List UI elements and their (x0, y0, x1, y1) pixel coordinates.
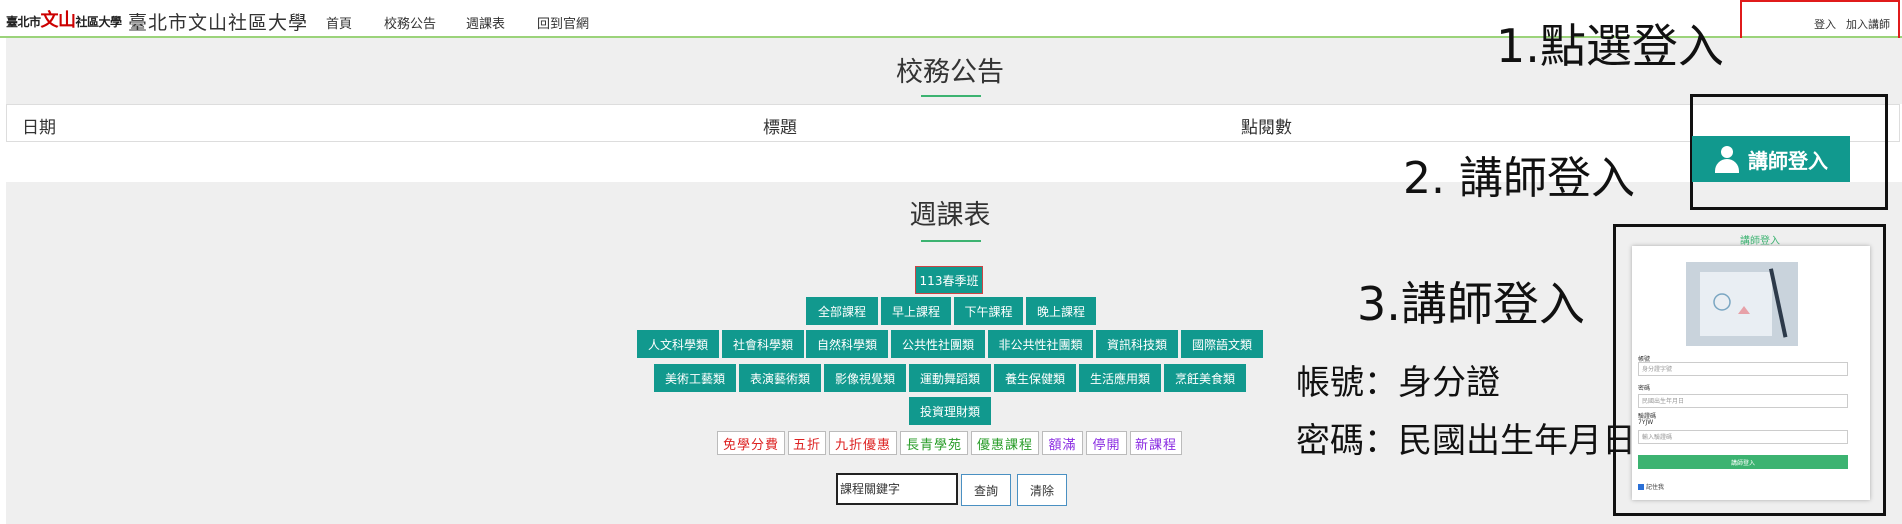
filter-all-courses[interactable]: 全部課程 (806, 297, 878, 325)
tag-filter[interactable]: 優惠課程 (971, 431, 1039, 455)
category-button[interactable]: 影像視覺類 (824, 364, 906, 392)
logo-mark: 臺北市文山社區大學 (6, 10, 122, 31)
tag-label: 免學分費 (722, 437, 779, 453)
filter-evening[interactable]: 晚上課程 (1026, 297, 1096, 325)
remember-label: 記住我 (1646, 484, 1665, 491)
schedule-heading: 週課表 (909, 200, 991, 231)
annotation-account: 帳號：身分證 (1296, 363, 1500, 403)
clear-button[interactable]: 清除 (1017, 474, 1067, 506)
tag-label: 長青學苑 (905, 437, 962, 453)
checkbox-checked-icon[interactable] (1638, 483, 1644, 490)
tag-filter[interactable]: 額滿 (1042, 431, 1083, 455)
site-logo[interactable]: 臺北市文山社區大學 (6, 6, 122, 32)
annotation-step1: 1.點選登入 (1496, 19, 1724, 73)
filter-afternoon[interactable]: 下午課程 (954, 297, 1023, 325)
category-button[interactable]: 運動舞蹈類 (909, 364, 991, 392)
tag-label: 停開 (1092, 437, 1121, 453)
teacher-login-label: 講師登入 (1748, 148, 1828, 173)
nav-official-site[interactable]: 回到官網 (537, 13, 589, 32)
tag-filter[interactable]: 免學分費 (717, 431, 785, 455)
notebook-illustration-icon (1700, 268, 1788, 338)
tag-filter[interactable]: 五折 (788, 431, 826, 455)
site-title[interactable]: 臺北市文山社區大學 (128, 8, 308, 35)
nav-announcements[interactable]: 校務公告 (384, 13, 436, 32)
heading-underline (921, 240, 981, 242)
remember-me[interactable]: 記住我 (1638, 482, 1664, 491)
tag-label: 優惠課程 (976, 437, 1033, 453)
category-button[interactable]: 生活應用類 (1079, 364, 1161, 392)
annotation-password: 密碼：民國出生年月日 (1296, 421, 1636, 461)
column-views: 點閱數 (1241, 118, 1292, 138)
category-button[interactable]: 非公共性社團類 (988, 330, 1093, 358)
announcements-table-header: 日期 標題 點閱數 (6, 104, 1900, 142)
category-button[interactable]: 投資理財類 (909, 397, 991, 425)
account-input[interactable]: 身分證字號 (1638, 362, 1848, 376)
tag-filter[interactable]: 九折優惠 (829, 431, 897, 455)
tag-label: 額滿 (1048, 437, 1077, 453)
login-submit-button[interactable]: 講師登入 (1638, 455, 1848, 469)
category-button[interactable]: 烹飪美食類 (1164, 364, 1246, 392)
category-button[interactable]: 表演藝術類 (739, 364, 821, 392)
nav-weekly-schedule[interactable]: 週課表 (466, 13, 505, 32)
filter-morning[interactable]: 早上課程 (881, 297, 951, 325)
password-input[interactable]: 民國出生年月日 (1638, 394, 1848, 408)
captcha-input[interactable]: 輸入驗證碼 (1638, 430, 1848, 444)
person-icon (1714, 145, 1740, 173)
tag-label: 新課程 (1134, 437, 1177, 453)
nav-home[interactable]: 首頁 (326, 13, 352, 32)
category-button[interactable]: 養生保健類 (994, 364, 1076, 392)
category-button[interactable]: 資訊科技類 (1096, 330, 1178, 358)
announcements-heading: 校務公告 (896, 57, 1004, 88)
category-button[interactable]: 自然科學類 (806, 330, 888, 358)
search-button[interactable]: 查詢 (961, 474, 1011, 506)
captcha-code: 7YJW (1638, 419, 1654, 426)
column-date: 日期 (22, 118, 56, 138)
tag-label: 九折優惠 (834, 437, 891, 453)
password-label: 密碼 (1638, 385, 1651, 392)
term-button[interactable]: 113春季班 (915, 266, 983, 294)
annotation-step3: 3.講師登入 (1357, 277, 1585, 331)
tag-label: 五折 (792, 437, 821, 453)
tag-filter[interactable]: 停開 (1086, 431, 1127, 455)
annotation-step2: 2. 講師登入 (1403, 153, 1635, 204)
tag-filter[interactable]: 長青學苑 (900, 431, 968, 455)
heading-underline (921, 95, 981, 97)
login-form-title: 講師登入 (1740, 236, 1780, 247)
category-button[interactable]: 社會科學類 (722, 330, 804, 358)
teacher-login-button[interactable]: 講師登入 (1692, 136, 1850, 182)
category-button[interactable]: 人文科學類 (637, 330, 719, 358)
category-button[interactable]: 公共性社團類 (891, 330, 985, 358)
category-button[interactable]: 美術工藝類 (654, 364, 736, 392)
tag-filter[interactable]: 新課程 (1130, 431, 1182, 455)
login-illustration (1686, 262, 1798, 346)
category-button[interactable]: 國際語文類 (1181, 330, 1263, 358)
column-title: 標題 (763, 118, 797, 138)
course-keyword-input[interactable]: 課程關鍵字 (836, 473, 958, 505)
